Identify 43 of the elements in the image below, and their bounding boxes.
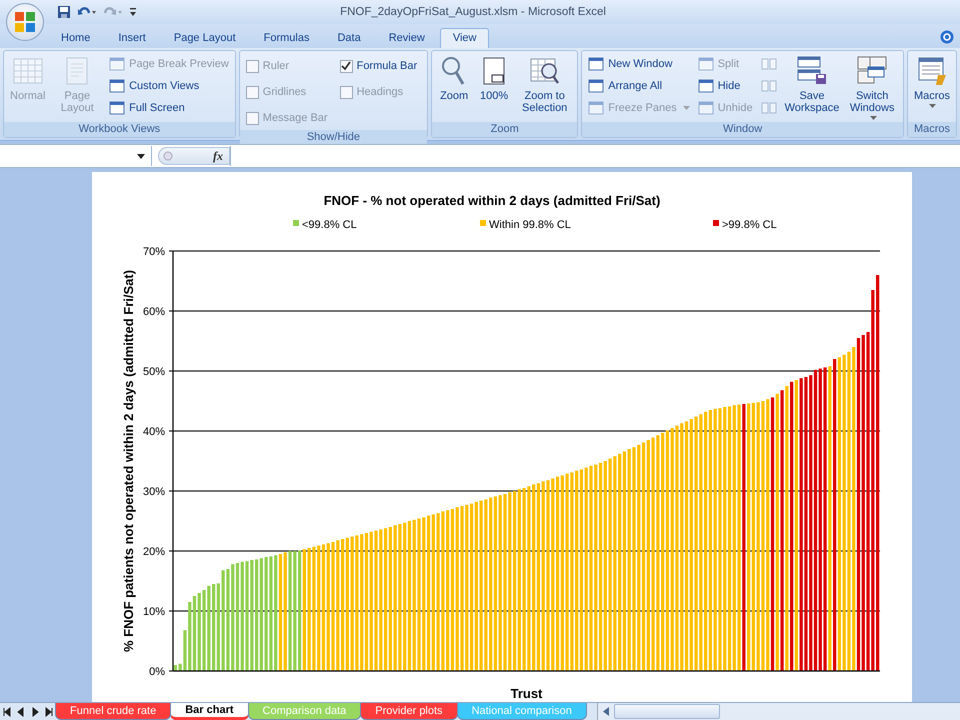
axis-tick-label: 70% — [142, 246, 165, 258]
axis-tick-label: 40% — [142, 426, 165, 438]
axis-tick-label: 50% — [142, 366, 165, 378]
legend-label: <99.8% CL — [302, 219, 357, 231]
group-label: Macros — [908, 122, 956, 137]
group-label: Zoom — [432, 122, 578, 137]
sheet-tab[interactable]: Funnel crude rate — [55, 703, 172, 720]
legend-label: Within 99.8% CL — [489, 219, 571, 231]
insert-function-button[interactable]: fx — [213, 148, 223, 164]
sheet-tab[interactable]: Provider plots — [360, 703, 458, 720]
ribbon-tab[interactable]: View — [440, 28, 490, 48]
ribbon-tab[interactable]: Review — [376, 28, 438, 48]
ribbon-button[interactable]: 100% — [476, 54, 512, 103]
axis-tick-label: 0% — [149, 666, 165, 678]
sheet-tab[interactable]: Bar chart — [170, 703, 249, 720]
axis-title: % FNOF patients not operated within 2 days (admitted Fri/Sat) — [121, 270, 136, 652]
ribbon-tab[interactable]: Formulas — [250, 28, 322, 48]
ribbon-button[interactable]: Hide — [696, 76, 755, 96]
axis-tick-label: 30% — [142, 486, 165, 498]
group-label: Workbook Views — [4, 122, 235, 137]
ribbon-button[interactable]: Full Screen — [107, 98, 231, 118]
ribbon-button[interactable]: Zoom — [436, 54, 472, 103]
window-title: FNOF_2dayOpFriSat_August.xlsm - Microsoft Excel — [339, 6, 607, 18]
chart-title: FNOF - % not operated within 2 days (admitted Fri/Sat) — [324, 193, 660, 208]
legend-label: >99.8% CL — [722, 219, 777, 231]
ribbon-tab[interactable]: Page Layout — [160, 28, 249, 48]
ribbon-button[interactable]: Custom Views — [107, 76, 231, 96]
axis-tick-label: 20% — [142, 546, 165, 558]
ribbon-button[interactable]: Macros — [912, 54, 952, 110]
checkbox[interactable]: Formula Bar — [338, 54, 424, 78]
ribbon-tab[interactable]: Home — [48, 28, 104, 48]
axis-tick-label: 10% — [142, 606, 165, 618]
group-label: Window — [582, 122, 903, 137]
ribbon-tab[interactable]: Insert — [105, 28, 159, 48]
ribbon-button[interactable]: Switch Windows — [845, 54, 899, 122]
ribbon-button[interactable]: New Window — [586, 54, 692, 74]
axis-tick-label: 60% — [142, 306, 165, 318]
ribbon-button[interactable]: Save Workspace — [782, 54, 842, 115]
ribbon-button[interactable]: Arrange All — [586, 76, 692, 96]
ribbon-button[interactable]: Zoom to Selection — [516, 54, 574, 115]
group-label: Show/Hide — [240, 130, 428, 145]
ribbon-tab[interactable]: Data — [324, 28, 374, 48]
axis-title: Trust — [510, 686, 542, 701]
